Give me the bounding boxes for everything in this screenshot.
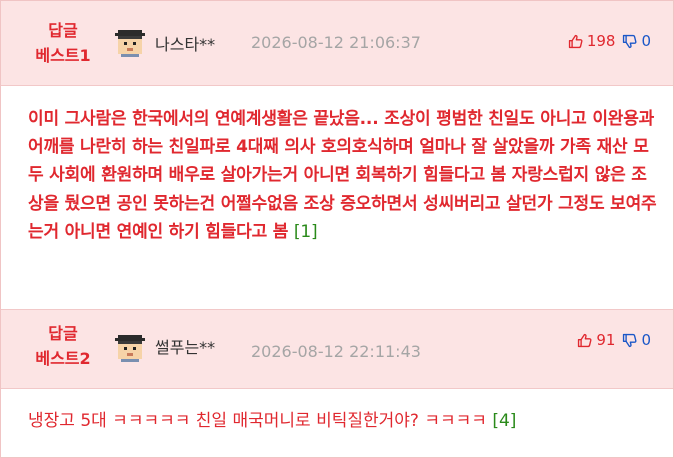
best-comments-panel: 답글 베스트1 나스타** 2026-08-12 21:06:37 198 0 … bbox=[0, 0, 674, 458]
rank-label-line1: 답글 bbox=[48, 324, 78, 343]
thumbs-up-icon bbox=[568, 34, 583, 48]
downvote-count: 0 bbox=[641, 32, 651, 50]
thumbs-up-icon bbox=[578, 333, 592, 347]
comment-text-2: 냉장고 5대 ㅋㅋㅋㅋㅋ 친일 매국머니로 비틱질한거야? ㅋㅋㅋㅋ [4] bbox=[28, 407, 658, 435]
reply-count-link[interactable]: [4] bbox=[492, 411, 516, 431]
comment-text: 냉장고 5대 ㅋㅋㅋㅋㅋ 친일 매국머니로 비틱질한거야? ㅋㅋㅋㅋ bbox=[28, 411, 487, 431]
vote-group: 91 0 bbox=[576, 331, 651, 349]
downvote-button[interactable]: 0 bbox=[621, 32, 651, 50]
upvote-button[interactable]: 198 bbox=[567, 32, 616, 50]
upvote-count: 198 bbox=[586, 32, 616, 50]
best-rank-label: 답글 베스트1 bbox=[21, 18, 105, 68]
comment-header-1: 답글 베스트1 나스타** 2026-08-12 21:06:37 198 0 bbox=[1, 1, 673, 86]
thumbs-down-icon bbox=[623, 333, 637, 347]
comment-header-2: 답글 베스트2 썰푸는** 2026-08-12 22:11:43 bbox=[1, 309, 673, 389]
comment-date: 2026-08-12 22:11:43 bbox=[251, 342, 421, 361]
comment-text-1: 이미 그사람은 한국에서의 연예계생활은 끝났음... 조상이 평범한 친일도 … bbox=[28, 105, 658, 246]
rank-label-line1: 답글 bbox=[48, 21, 78, 40]
thumbs-down-icon bbox=[623, 34, 637, 48]
pixel-avatar-icon bbox=[115, 27, 145, 57]
downvote-button[interactable]: 0 bbox=[621, 331, 651, 349]
downvote-count: 0 bbox=[641, 331, 651, 349]
reply-count-link[interactable]: [1] bbox=[294, 222, 318, 242]
comment-date: 2026-08-12 21:06:37 bbox=[251, 33, 421, 52]
best-rank-label: 답글 베스트2 bbox=[21, 321, 105, 371]
author-nickname[interactable]: 나스타** bbox=[155, 31, 215, 55]
pixel-avatar-icon bbox=[115, 332, 145, 362]
comment-text: 이미 그사람은 한국에서의 연예계생활은 끝났음... 조상이 평범한 친일도 … bbox=[28, 109, 657, 242]
rank-label-line2: 베스트2 bbox=[35, 349, 91, 368]
vote-group: 198 0 bbox=[567, 32, 651, 50]
upvote-button[interactable]: 91 bbox=[576, 331, 615, 349]
rank-label-line2: 베스트1 bbox=[35, 46, 91, 65]
author-nickname[interactable]: 썰푸는** bbox=[155, 334, 215, 358]
upvote-count: 91 bbox=[596, 331, 616, 349]
